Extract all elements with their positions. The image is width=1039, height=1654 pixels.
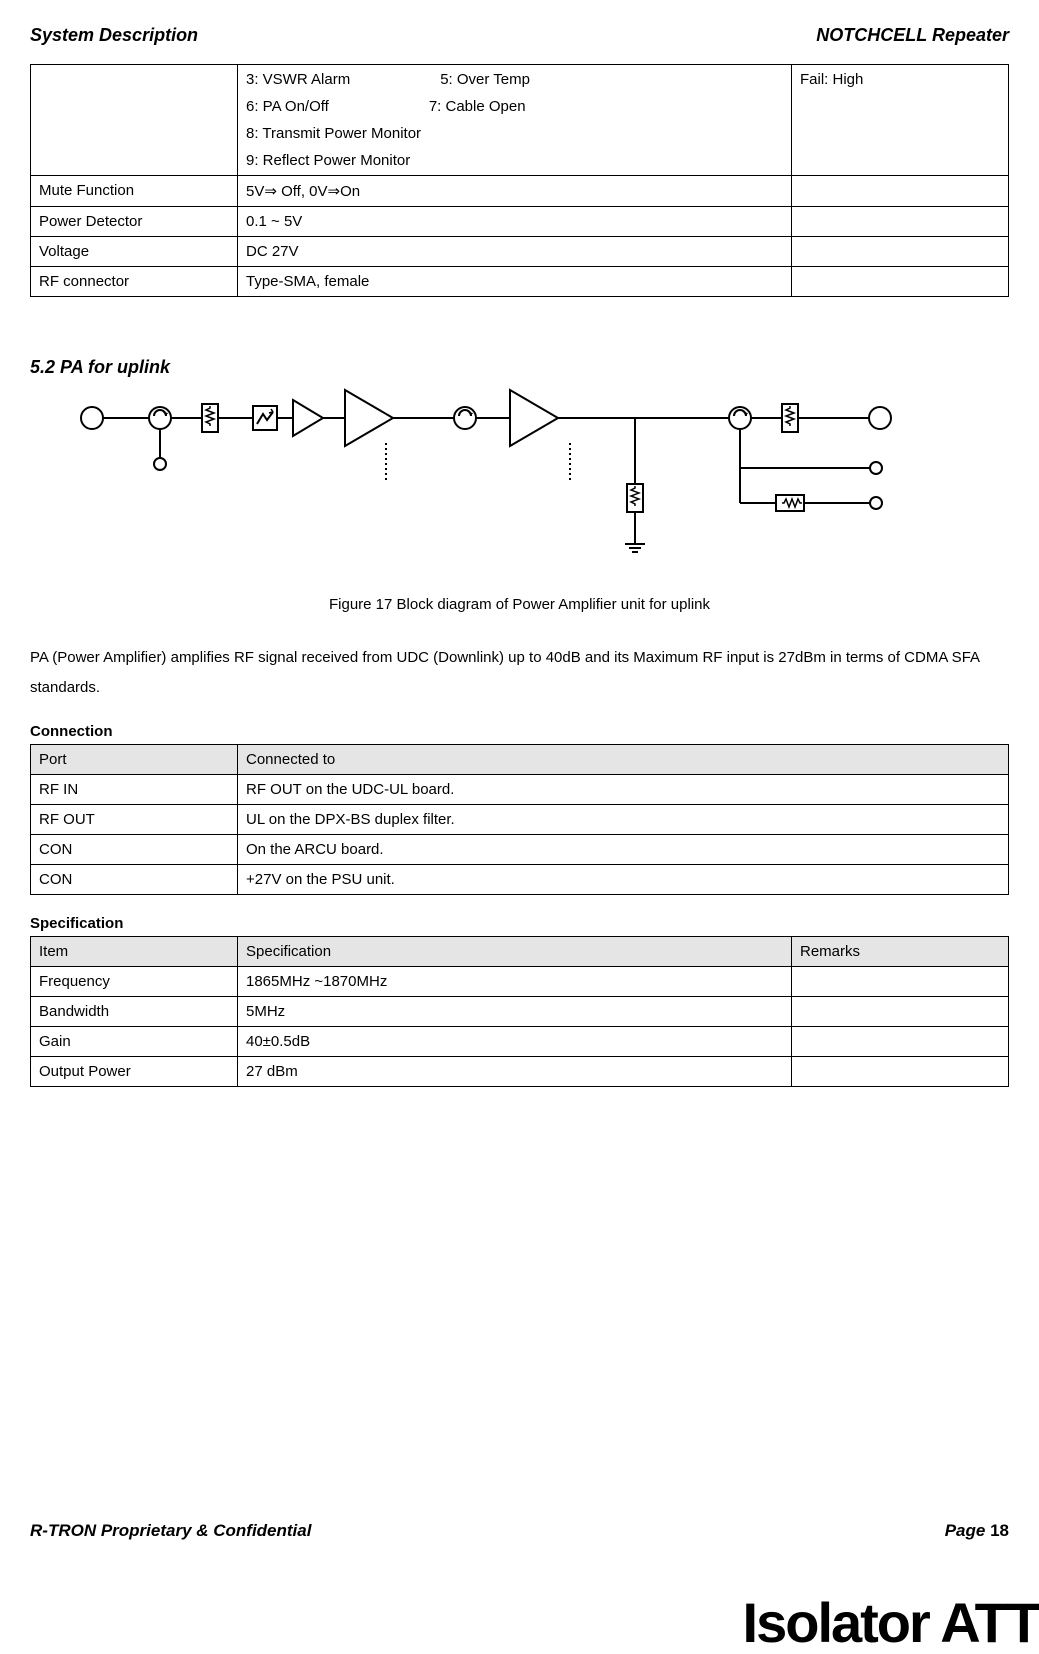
cell-item: Frequency <box>31 967 238 997</box>
temp-comp-icon <box>253 406 277 430</box>
table-specification: Item Specification Remarks Frequency 186… <box>30 936 1009 1087</box>
cell-item: Output Power <box>31 1057 238 1087</box>
table-row: RF connector Type-SMA, female <box>31 267 1009 297</box>
header-item: Item <box>31 937 238 967</box>
footer-left: R-TRON Proprietary & Confidential <box>30 1521 311 1541</box>
cell-spec: DC 27V <box>238 237 792 267</box>
table-row: Frequency 1865MHz ~1870MHz <box>31 967 1009 997</box>
preamp-icon <box>293 400 323 436</box>
page-footer: R-TRON Proprietary & Confidential Page 1… <box>30 1521 1009 1541</box>
alarm-3: 3: VSWR Alarm <box>246 71 350 88</box>
cell-connected: UL on the DPX-BS duplex filter. <box>238 805 1009 835</box>
table-header-row: Item Specification Remarks <box>31 937 1009 967</box>
monitor-port-icon <box>870 497 882 509</box>
figure-block-diagram <box>70 388 1009 588</box>
cell-spec: 27 dBm <box>238 1057 792 1087</box>
cell-remarks <box>792 207 1009 237</box>
driver-amp-icon <box>345 390 393 446</box>
circulator-icon <box>454 407 476 429</box>
header-right: NOTCHCELL Repeater <box>816 25 1009 46</box>
cell-spec: 3: VSWR Alarm 5: Over Temp 6: PA On/Off … <box>238 65 792 176</box>
cell-remarks <box>792 997 1009 1027</box>
table-row: Voltage DC 27V <box>31 237 1009 267</box>
cell-spec: 5V⇒ Off, 0V⇒On <box>238 176 792 207</box>
cell-remarks: Fail: High <box>792 65 1009 176</box>
table-row: Bandwidth 5MHz <box>31 997 1009 1027</box>
table-spec-continued: 3: VSWR Alarm 5: Over Temp 6: PA On/Off … <box>30 64 1009 297</box>
cell-item <box>31 65 238 176</box>
footer-page-label: Page <box>945 1521 990 1540</box>
cell-item: Bandwidth <box>31 997 238 1027</box>
table-connection: Port Connected to RF IN RF OUT on the UD… <box>30 744 1009 895</box>
table-header-row: Port Connected to <box>31 745 1009 775</box>
cell-spec: 0.1 ~ 5V <box>238 207 792 237</box>
cell-spec: 1865MHz ~1870MHz <box>238 967 792 997</box>
circulator-icon <box>729 407 751 429</box>
alarm-7: 7: Cable Open <box>429 98 526 115</box>
header-spec: Specification <box>238 937 792 967</box>
cell-remarks <box>792 1057 1009 1087</box>
header-port: Port <box>31 745 238 775</box>
cell-item: Power Detector <box>31 207 238 237</box>
table-row: Output Power 27 dBm <box>31 1057 1009 1087</box>
cell-connected: On the ARCU board. <box>238 835 1009 865</box>
cell-port: CON <box>31 865 238 895</box>
cell-item: RF connector <box>31 267 238 297</box>
cell-item: Gain <box>31 1027 238 1057</box>
termination-icon <box>154 458 166 470</box>
cell-item: Mute Function <box>31 176 238 207</box>
monitor-port-icon <box>870 462 882 474</box>
table-row: CON +27V on the PSU unit. <box>31 865 1009 895</box>
footer-right: Page 18 <box>945 1521 1009 1541</box>
cell-remarks <box>792 237 1009 267</box>
header-connected-to: Connected to <box>238 745 1009 775</box>
page: System Description NOTCHCELL Repeater 3:… <box>0 0 1039 1651</box>
header-remarks: Remarks <box>792 937 1009 967</box>
final-amp-icon <box>510 390 558 446</box>
circulator-icon <box>149 407 171 429</box>
cell-connected: RF OUT on the UDC-UL board. <box>238 775 1009 805</box>
cropped-next-page-text: Isolator ATT <box>743 1595 1039 1651</box>
figure-caption: Figure 17 Block diagram of Power Amplifi… <box>30 596 1009 613</box>
alarm-5: 5: Over Temp <box>440 71 530 88</box>
cell-spec: 40±0.5dB <box>238 1027 792 1057</box>
cell-port: RF OUT <box>31 805 238 835</box>
rf-in-port-icon <box>81 407 103 429</box>
footer-page-number: 18 <box>990 1521 1009 1540</box>
specification-heading: Specification <box>30 915 1009 932</box>
pa-description-paragraph: PA (Power Amplifier) amplifies RF signal… <box>30 643 1009 703</box>
table-row: CON On the ARCU board. <box>31 835 1009 865</box>
cell-spec: 5MHz <box>238 997 792 1027</box>
alarm-8: 8: Transmit Power Monitor <box>246 125 783 142</box>
cell-item: Voltage <box>31 237 238 267</box>
attenuator-icon <box>202 404 218 432</box>
cell-spec: Type-SMA, female <box>238 267 792 297</box>
cell-remarks <box>792 1027 1009 1057</box>
block-diagram-svg <box>70 388 900 588</box>
table-row: 3: VSWR Alarm 5: Over Temp 6: PA On/Off … <box>31 65 1009 176</box>
table-row: Gain 40±0.5dB <box>31 1027 1009 1057</box>
cell-port: RF IN <box>31 775 238 805</box>
cell-remarks <box>792 967 1009 997</box>
alarm-6: 6: PA On/Off <box>246 98 329 115</box>
header-left: System Description <box>30 25 198 46</box>
table-row: RF OUT UL on the DPX-BS duplex filter. <box>31 805 1009 835</box>
alarm-9: 9: Reflect Power Monitor <box>246 152 783 169</box>
connection-heading: Connection <box>30 723 1009 740</box>
table-row: Power Detector 0.1 ~ 5V <box>31 207 1009 237</box>
cell-remarks <box>792 176 1009 207</box>
ground-icon <box>625 538 645 552</box>
cell-port: CON <box>31 835 238 865</box>
table-row: Mute Function 5V⇒ Off, 0V⇒On <box>31 176 1009 207</box>
cell-connected: +27V on the PSU unit. <box>238 865 1009 895</box>
page-header: System Description NOTCHCELL Repeater <box>30 25 1009 46</box>
coupler-icon <box>782 404 798 432</box>
table-row: RF IN RF OUT on the UDC-UL board. <box>31 775 1009 805</box>
rf-out-port-icon <box>869 407 891 429</box>
cell-remarks <box>792 267 1009 297</box>
section-5-2-title: 5.2 PA for uplink <box>30 357 1009 378</box>
